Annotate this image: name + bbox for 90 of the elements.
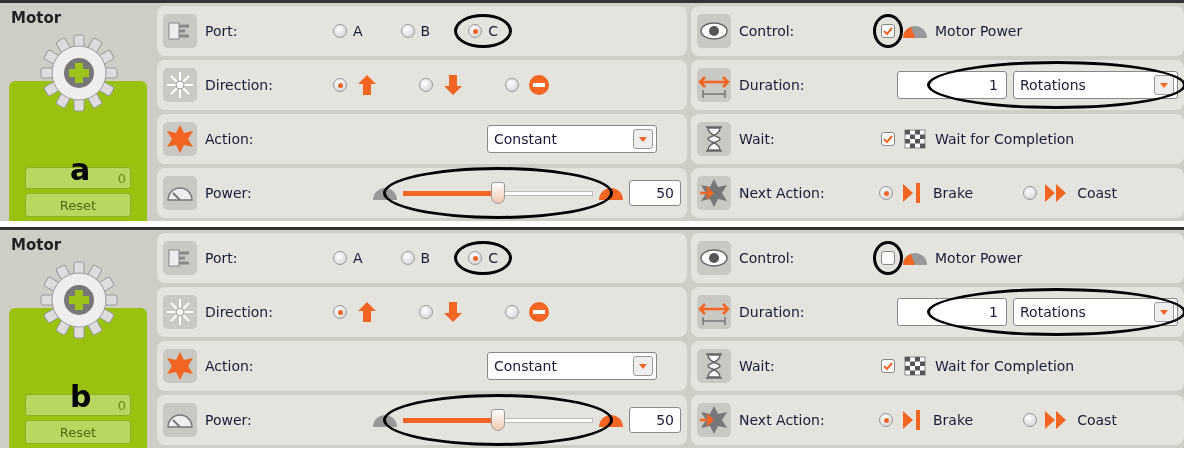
power-field[interactable]: 50: [629, 180, 681, 206]
port-label: Port:: [205, 23, 239, 39]
port-option: C: [488, 23, 498, 39]
radio-button[interactable]: [333, 78, 347, 92]
panel-label: a: [70, 152, 91, 187]
direction-icon: [163, 295, 197, 329]
reset-button[interactable]: Reset: [25, 420, 131, 444]
duration-field[interactable]: 1: [897, 71, 1007, 99]
action-dropdown[interactable]: Constant: [487, 352, 657, 380]
reset-button[interactable]: Reset: [25, 193, 131, 217]
power-label: Power:: [205, 185, 253, 201]
caret-icon: [1160, 309, 1168, 315]
port-option: B: [420, 23, 431, 39]
counter-value: 0: [117, 397, 126, 413]
checkered-flag-icon: [901, 128, 929, 150]
radio-button[interactable]: [879, 413, 893, 427]
power-label: Power:: [205, 412, 253, 428]
duration-icon: [697, 68, 731, 102]
power-slider[interactable]: [403, 181, 593, 205]
block-title: Motor: [11, 236, 63, 254]
radio-button[interactable]: [468, 24, 483, 38]
port-icon: [163, 14, 197, 48]
counter-value: 0: [117, 170, 126, 186]
radio-button[interactable]: [333, 305, 347, 319]
port-label: Port:: [205, 250, 239, 266]
direction-label: Direction:: [205, 77, 274, 93]
duration-label: Duration:: [739, 77, 806, 93]
power-slider[interactable]: [403, 408, 593, 432]
caret-icon: [639, 363, 647, 369]
direction-icon: [163, 68, 197, 102]
radio-button[interactable]: [505, 305, 519, 319]
next-action-option: Brake: [933, 185, 974, 201]
control-option: Motor Power: [935, 250, 1023, 266]
radio-button[interactable]: [1023, 413, 1038, 427]
action-dropdown[interactable]: Constant: [487, 125, 657, 153]
next-action-option: Brake: [933, 412, 974, 428]
action-label: Action:: [205, 131, 255, 147]
wait-label: Wait:: [739, 358, 776, 374]
power-field[interactable]: 50: [629, 407, 681, 433]
control-label: Control:: [739, 23, 796, 39]
next-icon: [697, 403, 731, 437]
port-option: A: [353, 250, 363, 266]
next-action-option: Coast: [1077, 185, 1117, 201]
radio-button[interactable]: [419, 305, 433, 319]
duration-field[interactable]: 1: [897, 298, 1007, 326]
wait-option: Wait for Completion: [935, 358, 1075, 374]
action-icon: [163, 122, 197, 156]
next-icon: [697, 176, 731, 210]
caret-icon: [1160, 82, 1168, 88]
control-icon: [697, 241, 731, 275]
action-icon: [163, 349, 197, 383]
unit-dropdown[interactable]: Rotations: [1013, 298, 1178, 326]
block-title: Motor: [11, 9, 63, 27]
panel-label: b: [70, 379, 92, 414]
action-label: Action:: [205, 358, 255, 374]
power-icon: [163, 176, 197, 210]
radio-button[interactable]: [333, 251, 347, 265]
control-label: Control:: [739, 250, 796, 266]
wait-icon: [697, 349, 731, 383]
wait-label: Wait:: [739, 131, 776, 147]
port-option: B: [420, 250, 431, 266]
radio-button[interactable]: [1023, 186, 1038, 200]
control-option: Motor Power: [935, 23, 1023, 39]
next-action-option: Coast: [1077, 412, 1117, 428]
wait-icon: [697, 122, 731, 156]
control-icon: [697, 14, 731, 48]
checkbox[interactable]: [881, 132, 895, 146]
power-icon: [163, 403, 197, 437]
radio-button[interactable]: [419, 78, 433, 92]
radio-button[interactable]: [333, 24, 347, 38]
port-option: A: [353, 23, 363, 39]
next-action-label: Next Action:: [739, 412, 826, 428]
radio-button[interactable]: [879, 186, 893, 200]
port-icon: [163, 241, 197, 275]
duration-icon: [697, 295, 731, 329]
next-action-label: Next Action:: [739, 185, 826, 201]
caret-icon: [639, 136, 647, 142]
unit-dropdown[interactable]: Rotations: [1013, 71, 1178, 99]
radio-button[interactable]: [400, 24, 415, 38]
radio-button[interactable]: [505, 78, 519, 92]
checkbox[interactable]: [881, 24, 895, 38]
direction-label: Direction:: [205, 304, 274, 320]
wait-option: Wait for Completion: [935, 131, 1075, 147]
radio-button[interactable]: [468, 251, 483, 265]
checkbox[interactable]: [881, 251, 895, 265]
checkbox[interactable]: [881, 359, 895, 373]
duration-label: Duration:: [739, 304, 806, 320]
port-option: C: [488, 250, 498, 266]
checkered-flag-icon: [901, 355, 929, 377]
radio-button[interactable]: [400, 251, 415, 265]
